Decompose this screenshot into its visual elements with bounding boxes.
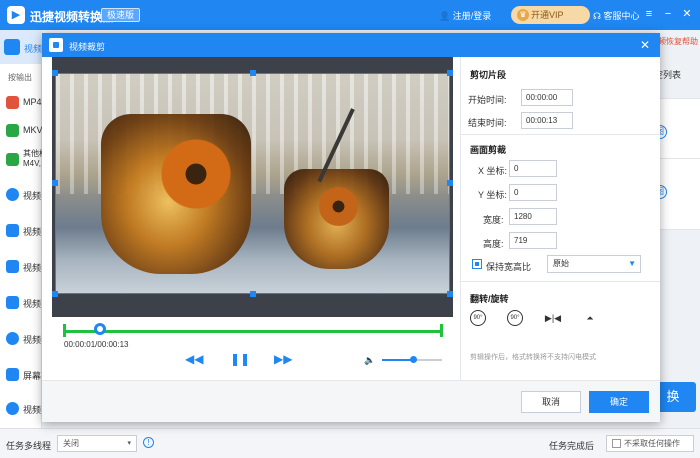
aspect-ratio-select[interactable]: 原始 ▼ bbox=[547, 255, 641, 273]
y-coordinate-input[interactable]: 0 bbox=[509, 184, 557, 201]
rewind-button[interactable]: ◀◀ bbox=[185, 352, 203, 366]
crop-handle-bottom[interactable] bbox=[250, 291, 256, 297]
lightning-mode-note: 剪辑操作后，格式转换将不支持闪电模式 bbox=[470, 354, 596, 361]
y-coordinate-label: Y 坐标: bbox=[478, 190, 507, 200]
clip-range-slider[interactable] bbox=[63, 330, 443, 333]
sidebar-item-other[interactable]: 其他格 M4V, bbox=[0, 148, 47, 174]
headset-icon: ☊ bbox=[593, 11, 601, 21]
volume-icon[interactable]: 🔈 bbox=[364, 354, 376, 366]
checkbox-icon bbox=[612, 439, 621, 448]
flip-vertical-icon[interactable]: ⏶ bbox=[582, 310, 598, 326]
video-convert-icon bbox=[4, 39, 20, 55]
flower-small bbox=[316, 184, 361, 229]
crop-handle-top-right[interactable] bbox=[447, 70, 453, 76]
timecode: 00:00:01/00:00:13 bbox=[64, 340, 129, 349]
width-label: 宽度: bbox=[483, 215, 504, 225]
user-icon: 👤 bbox=[439, 11, 451, 21]
fast-forward-button[interactable]: ▶▶ bbox=[274, 352, 292, 366]
x-coordinate-label: X 坐标: bbox=[478, 166, 508, 176]
chevron-down-icon: ▼ bbox=[628, 259, 636, 268]
screen-record-icon bbox=[6, 368, 19, 381]
left-sidebar: 视频 按输出 MP4 MKV 其他格 M4V, 视频 视频 视频 视频 视频 屏幕… bbox=[0, 30, 47, 428]
vip-button[interactable]: ♛ 开通VIP bbox=[511, 6, 590, 24]
clip-end-handle[interactable] bbox=[440, 324, 443, 337]
info-icon[interactable]: ! bbox=[143, 437, 154, 448]
playhead-knob[interactable] bbox=[94, 323, 106, 335]
app-logo-icon: ▶ bbox=[7, 6, 25, 24]
flower-large bbox=[156, 134, 236, 214]
sidebar-item-video-3[interactable]: 视频 bbox=[0, 258, 42, 276]
video-tool-icon bbox=[6, 332, 19, 345]
keep-ratio-label: 保持宽高比 bbox=[486, 262, 532, 272]
end-time-label: 结束时间: bbox=[468, 118, 507, 128]
start-time-input[interactable]: 00:00:00 bbox=[521, 89, 573, 106]
video-tool-icon bbox=[6, 224, 19, 237]
keep-ratio-checkbox[interactable] bbox=[472, 259, 482, 269]
section-divider bbox=[461, 134, 660, 135]
crop-handle-top-left[interactable] bbox=[52, 70, 58, 76]
chevron-down-icon: ▾ bbox=[127, 440, 131, 447]
login-link[interactable]: 👤 注册/登录 bbox=[439, 9, 491, 22]
video-tool-icon bbox=[6, 296, 19, 309]
end-time-input[interactable]: 00:00:13 bbox=[521, 112, 573, 129]
crop-handle-right[interactable] bbox=[447, 180, 453, 186]
sidebar-item-mp4[interactable]: MP4 bbox=[0, 94, 42, 112]
after-complete-label: 任务完成后 bbox=[549, 441, 595, 451]
sidebar-item-mkv[interactable]: MKV bbox=[0, 122, 43, 140]
crop-icon bbox=[49, 38, 63, 52]
video-preview[interactable] bbox=[55, 73, 450, 294]
ok-button[interactable]: 确定 bbox=[589, 391, 649, 413]
dialog-close-icon[interactable]: ✕ bbox=[638, 38, 652, 52]
menu-icon[interactable]: ≡ bbox=[642, 7, 656, 21]
width-input[interactable]: 1280 bbox=[509, 208, 557, 225]
mkv-icon bbox=[6, 124, 19, 137]
crop-handle-left[interactable] bbox=[52, 180, 58, 186]
height-label: 高度: bbox=[483, 239, 504, 249]
cancel-button[interactable]: 取消 bbox=[521, 391, 581, 413]
clip-start-handle[interactable] bbox=[63, 324, 66, 337]
mp4-icon bbox=[6, 96, 19, 109]
title-bar: ▶ 迅捷视频转换器 极速版 👤 注册/登录 ♛ 开通VIP ☊ 客服中心 ≡ − … bbox=[0, 0, 700, 30]
crop-handle-bottom-left[interactable] bbox=[52, 291, 58, 297]
panel-divider bbox=[460, 57, 461, 380]
sidebar-item-video-5[interactable]: 视频 bbox=[0, 330, 42, 348]
sidebar-item-screen-record[interactable]: 屏幕 bbox=[0, 366, 42, 384]
sidebar-item-video-6[interactable]: 视频 bbox=[0, 400, 42, 418]
dialog-header: 视频裁剪 ✕ bbox=[42, 33, 660, 57]
flip-horizontal-icon[interactable]: ▶|◀ bbox=[542, 310, 564, 326]
clip-section-title: 剪切片段 bbox=[470, 70, 507, 80]
crop-section-title: 画面剪裁 bbox=[470, 145, 507, 155]
x-coordinate-input[interactable]: 0 bbox=[509, 160, 557, 177]
multithread-select[interactable]: 关闭 ▾ bbox=[57, 435, 137, 452]
sidebar-item-video-convert[interactable]: 视频 bbox=[0, 30, 42, 64]
bottom-bar: 任务多线程 关闭 ▾ ! 任务完成后 不采取任何操作 bbox=[0, 428, 700, 458]
edition-badge: 极速版 bbox=[101, 8, 141, 22]
crown-icon: ♛ bbox=[517, 9, 529, 21]
crop-handle-top[interactable] bbox=[250, 70, 256, 76]
pause-button[interactable]: ❚❚ bbox=[230, 352, 250, 366]
dialog-title: 视频裁剪 bbox=[69, 42, 106, 52]
sidebar-item-video-1[interactable]: 视频 bbox=[0, 186, 42, 204]
multithread-label: 任务多线程 bbox=[6, 441, 52, 451]
service-center-link[interactable]: ☊ 客服中心 bbox=[593, 9, 640, 22]
other-format-icon bbox=[6, 153, 19, 166]
start-time-label: 开始时间: bbox=[468, 95, 507, 105]
video-tool-icon bbox=[6, 260, 19, 273]
height-input[interactable]: 719 bbox=[509, 232, 557, 249]
volume-knob[interactable] bbox=[410, 356, 417, 363]
sidebar-subheading: 按输出 bbox=[8, 73, 32, 82]
crop-dialog: 视频裁剪 ✕ 00:00:01/00:00:13 ◀◀ ❚❚ ▶▶ 🔈 剪切片段… bbox=[42, 33, 660, 422]
crop-handle-bottom-right[interactable] bbox=[447, 291, 453, 297]
flip-section-title: 翻转/旋转 bbox=[470, 294, 509, 304]
sidebar-item-video-4[interactable]: 视频 bbox=[0, 294, 42, 312]
close-window-icon[interactable]: ✕ bbox=[680, 7, 694, 21]
video-tool-icon bbox=[6, 188, 19, 201]
section-divider bbox=[461, 281, 660, 282]
no-action-checkbox[interactable]: 不采取任何操作 bbox=[606, 435, 694, 452]
rotate-right-icon[interactable]: 90° bbox=[507, 310, 523, 326]
video-tool-icon bbox=[6, 402, 19, 415]
rotate-left-icon[interactable]: 90° bbox=[470, 310, 486, 326]
minimize-icon[interactable]: − bbox=[661, 7, 675, 21]
sidebar-item-video-2[interactable]: 视频 bbox=[0, 222, 42, 240]
